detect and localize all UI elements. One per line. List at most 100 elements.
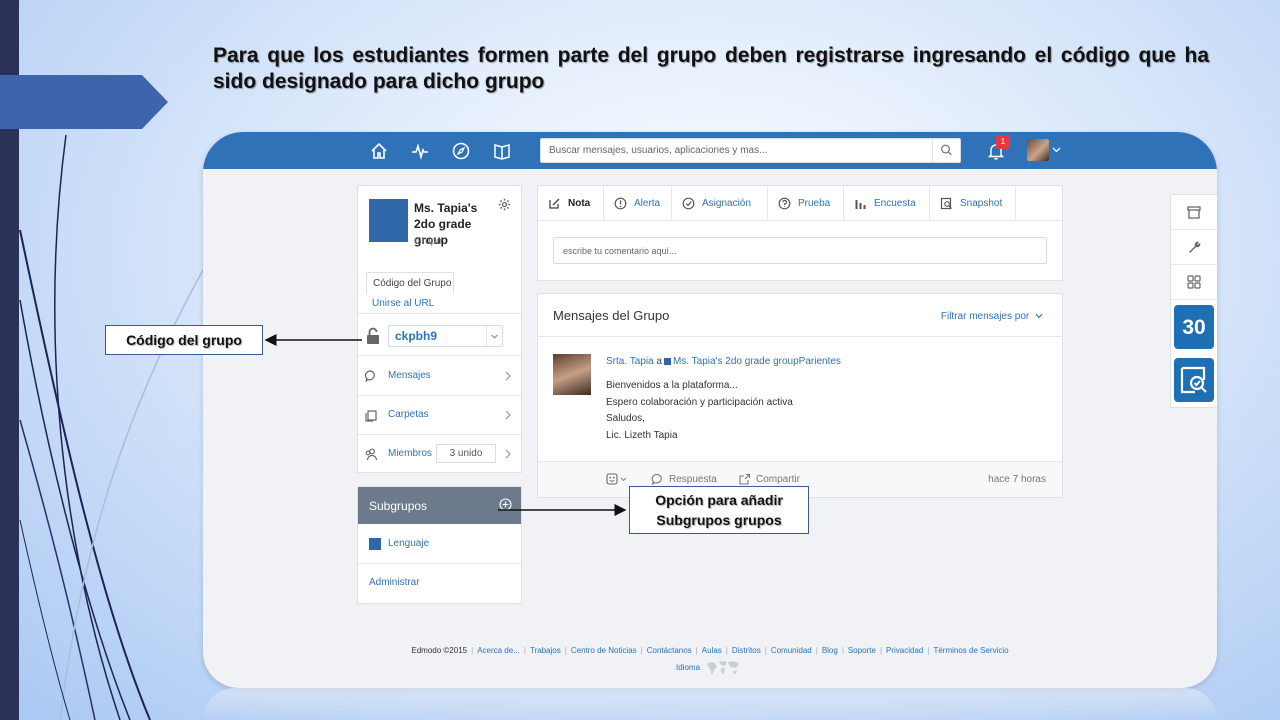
footer-link[interactable]: Blog <box>822 646 838 655</box>
search-input[interactable] <box>541 139 931 162</box>
tab-label: Encuesta <box>874 198 916 209</box>
footer-link[interactable]: Contáctanos <box>647 646 692 655</box>
divider <box>1171 264 1217 265</box>
group-code-value: ckpbh9 <box>395 329 438 343</box>
store-icon[interactable] <box>1186 204 1202 220</box>
compass-icon[interactable] <box>451 141 471 161</box>
footer-link[interactable]: Trabajos <box>530 646 561 655</box>
unlock-icon[interactable] <box>365 327 381 345</box>
tab-quiz[interactable]: Prueba <box>768 186 844 221</box>
footer-link[interactable]: Privacidad <box>886 646 923 655</box>
callout-subgroups: Opción para añadir Subgrupos grupos <box>629 486 809 534</box>
edmodo-screenshot: 1 Ms. Tapia's 2do grade group Grupo Códi… <box>203 132 1217 688</box>
divider <box>358 355 521 356</box>
calendar-number: 30 <box>1182 316 1206 339</box>
post-composer: Nota Alerta Asignación Prueba Encuesta S… <box>537 185 1063 281</box>
post-header: Srta. Tapia a Ms. Tapia's 2do grade group… <box>606 356 841 367</box>
copyright: Edmodo ©2015 <box>411 646 468 655</box>
subgroups-header: Subgrupos <box>358 487 521 524</box>
sidebar-item-members[interactable]: Miembros 3 unido <box>358 435 521 473</box>
group-thumbnail <box>369 199 408 242</box>
footer-link[interactable]: Comunidad <box>771 646 812 655</box>
note-icon <box>549 198 560 209</box>
search-icon[interactable] <box>932 139 960 162</box>
wrench-icon[interactable] <box>1186 239 1202 255</box>
callout-group-code: Código del grupo <box>105 325 263 355</box>
snapshot-icon <box>940 197 952 210</box>
post-target[interactable]: Ms. Tapia's 2do grade groupParientes <box>673 356 841 367</box>
chevron-right-icon <box>505 371 511 381</box>
tab-label: Alerta <box>634 198 661 209</box>
reaction-icon[interactable] <box>606 473 630 485</box>
filter-label: Filtrar mensajes por <box>940 311 1030 322</box>
user-avatar[interactable] <box>1027 139 1049 161</box>
sidebar-item-folders[interactable]: Carpetas <box>358 396 521 434</box>
members-icon <box>365 448 378 461</box>
group-color-square <box>663 357 671 365</box>
tab-label: Asignación <box>702 198 751 209</box>
footer-link[interactable]: Acerca de... <box>477 646 520 655</box>
notification-badge[interactable]: 1 <box>996 135 1010 149</box>
chevron-down-icon <box>1035 313 1043 319</box>
footer-link[interactable]: Soporte <box>848 646 876 655</box>
filter-messages-dropdown[interactable]: Filtrar mensajes por <box>941 311 1043 322</box>
divider <box>358 313 521 314</box>
add-subgroup-icon[interactable] <box>499 498 512 511</box>
book-icon[interactable] <box>492 141 512 161</box>
chevron-down-icon[interactable] <box>486 326 502 346</box>
divider <box>358 563 521 564</box>
subgroups-card: Subgrupos Lenguaje Administrar <box>357 486 522 604</box>
tab-poll[interactable]: Encuesta <box>844 186 930 221</box>
reply-icon[interactable] <box>651 473 664 486</box>
divider <box>538 336 1062 337</box>
sidebar-item-messages[interactable]: Mensajes <box>358 357 521 395</box>
top-nav-bar: 1 <box>203 132 1217 169</box>
chevron-right-icon <box>505 449 511 459</box>
share-icon[interactable] <box>738 473 751 486</box>
post-connector: a <box>656 356 662 367</box>
tab-snapshot[interactable]: Snapshot <box>930 186 1016 221</box>
language-selector[interactable]: Idioma <box>676 663 700 672</box>
tab-group-code[interactable]: Código del Grupo <box>366 272 454 294</box>
share-button[interactable]: Compartir <box>756 474 800 485</box>
footer-link[interactable]: Términos de Servicio <box>933 646 1008 655</box>
subgroup-color-square <box>369 538 381 550</box>
sidebar-item-label: Carpetas <box>388 409 429 420</box>
gear-icon[interactable] <box>498 198 511 211</box>
tab-label: Snapshot <box>960 198 1003 209</box>
tab-alert[interactable]: Alerta <box>604 186 672 221</box>
post-author-avatar[interactable] <box>553 354 591 395</box>
footer-link[interactable]: Distritos <box>732 646 761 655</box>
footer-link[interactable]: Aulas <box>702 646 722 655</box>
chevron-down-icon[interactable] <box>1052 145 1061 154</box>
subgroup-item-lenguaje[interactable]: Lenguaje <box>388 538 429 549</box>
check-search-icon[interactable] <box>1174 358 1214 402</box>
post-author[interactable]: Srta. Tapia <box>606 356 654 367</box>
manage-subgroups-link[interactable]: Administrar <box>369 577 420 588</box>
check-search-glyph <box>1180 366 1207 394</box>
calendar-icon[interactable]: 30 <box>1174 305 1214 349</box>
chevron-right-icon <box>505 410 511 420</box>
group-code-field[interactable]: ckpbh9 <box>388 325 503 347</box>
footer-link[interactable]: Centro de Noticias <box>571 646 637 655</box>
quiz-icon <box>778 197 791 210</box>
comment-input[interactable] <box>553 237 1047 264</box>
apps-grid-icon[interactable] <box>1186 274 1202 290</box>
slide-arrow-shape <box>0 75 168 129</box>
divider <box>1171 229 1217 230</box>
home-icon[interactable] <box>369 141 389 161</box>
tab-join-url[interactable]: Unirse al URL <box>372 298 434 309</box>
world-map-icon <box>707 661 739 675</box>
tab-assignment[interactable]: Asignación <box>672 186 768 221</box>
post-line: Saludos, <box>606 413 645 424</box>
activity-icon[interactable] <box>410 141 430 161</box>
reply-button[interactable]: Respuesta <box>669 474 717 485</box>
subgroups-title: Subgrupos <box>369 499 428 513</box>
divider <box>1171 299 1217 300</box>
tab-note[interactable]: Nota <box>538 186 604 221</box>
group-info-card: Ms. Tapia's 2do grade group Grupo Código… <box>357 185 522 473</box>
tab-label: Nota <box>568 198 591 209</box>
sidebar-item-label: Mensajes <box>388 370 431 381</box>
apps-sidebar: 30 <box>1170 194 1217 408</box>
post-line: Bienvenidos a la plataforma... <box>606 380 738 391</box>
